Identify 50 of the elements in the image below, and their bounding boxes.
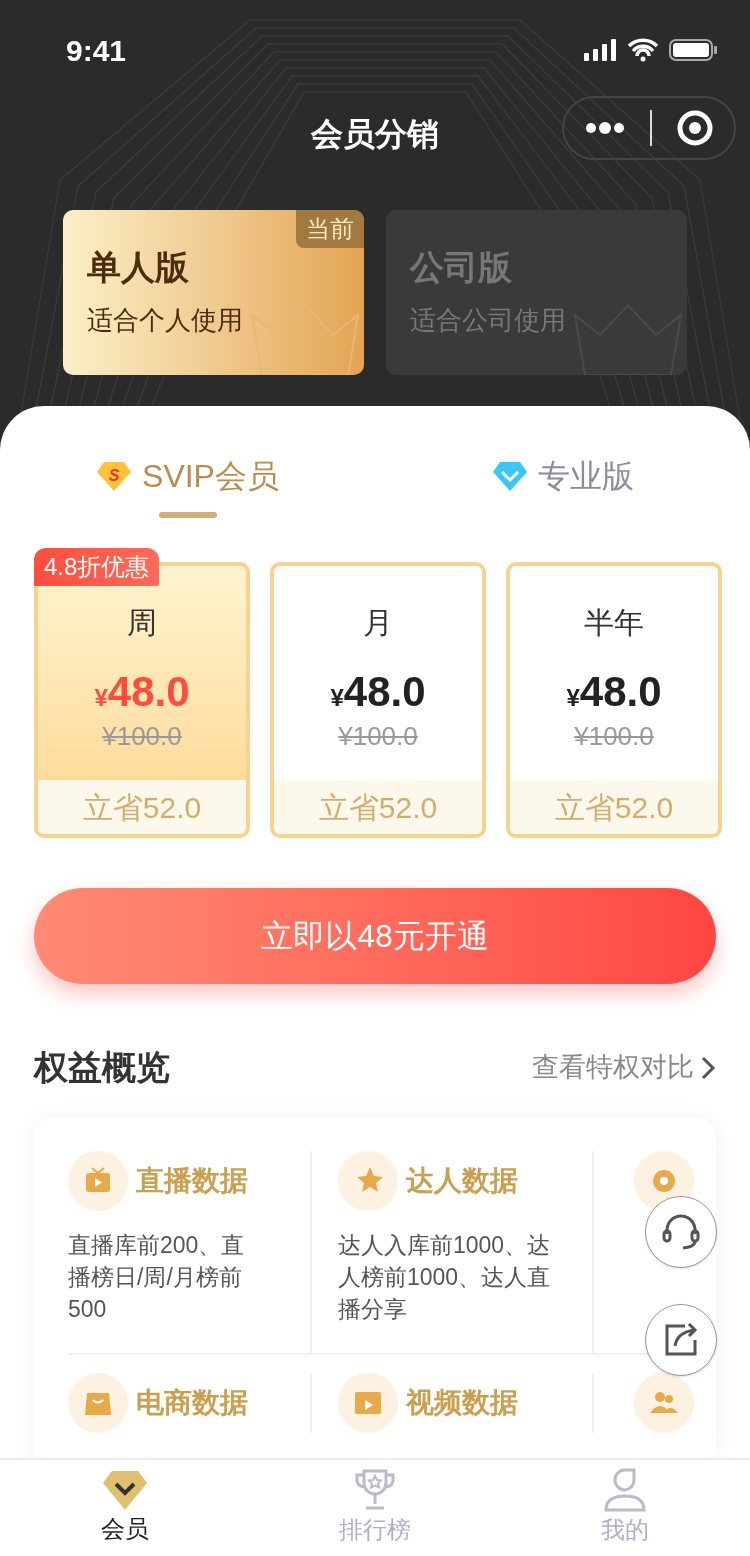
edition-card[interactable]: 当前 单人版 适合个人使用 xyxy=(63,210,364,375)
svip-icon: S xyxy=(96,460,133,492)
original-price: ¥100.0 xyxy=(574,720,654,753)
benefit-title: 电商数据 xyxy=(136,1386,248,1420)
page-title: 会员分销 xyxy=(311,115,439,154)
compare-link[interactable]: 查看特权对比 xyxy=(532,1047,716,1088)
discount-badge: 4.8折优惠 xyxy=(34,548,160,586)
plan-price: ¥48.0 xyxy=(94,671,190,713)
benefit-title: 直播数据 xyxy=(136,1164,248,1198)
plan-tab[interactable]: 专业版 xyxy=(375,452,750,542)
diamond-icon xyxy=(491,460,528,492)
price-card[interactable]: 半年 ¥48.0 ¥100.0 立省52.0 xyxy=(506,562,722,838)
plan-price: ¥48.0 xyxy=(330,671,426,713)
bag-icon xyxy=(68,1373,128,1433)
edition-desc: 适合公司使用 xyxy=(410,304,567,337)
headset-icon xyxy=(661,1212,701,1252)
tabbar-item[interactable]: 排行榜 xyxy=(250,1460,500,1556)
original-price: ¥100.0 xyxy=(102,720,182,753)
saving-label: 立省52.0 xyxy=(510,780,718,834)
price-card[interactable]: 月 ¥48.0 ¥100.0 立省52.0 xyxy=(270,562,486,838)
edition-card[interactable]: 公司版 适合公司使用 xyxy=(386,210,687,375)
tabbar-item[interactable]: 我的 xyxy=(500,1460,750,1556)
current-badge: 当前 xyxy=(296,210,364,248)
benefit-title: 达人数据 xyxy=(406,1164,518,1198)
plan-period: 月 xyxy=(363,605,393,641)
benefit-desc: 达人入库前1000、达 人榜前1000、达人直 播分享 xyxy=(338,1231,552,1324)
chevron-right-icon xyxy=(700,1054,716,1081)
plan-period: 半年 xyxy=(584,605,644,641)
edition-name: 单人版 xyxy=(87,247,190,288)
benefit-title: 视频数据 xyxy=(406,1386,518,1420)
section-title: 权益概览 xyxy=(34,1047,170,1088)
user-icon xyxy=(602,1468,648,1512)
buy-button[interactable]: 立即以48元开通 xyxy=(34,888,716,984)
edition-name: 公司版 xyxy=(410,247,513,288)
tv-icon xyxy=(68,1151,128,1211)
plan-tab[interactable]: S SVIP会员 xyxy=(0,452,375,542)
people-icon xyxy=(634,1373,694,1433)
original-price: ¥100.0 xyxy=(338,720,418,753)
saving-label: 立省52.0 xyxy=(274,780,482,834)
plan-period: 周 xyxy=(127,605,157,641)
more-icon[interactable] xyxy=(584,121,625,135)
saving-label: 立省52.0 xyxy=(38,780,246,834)
status-time: 9:41 xyxy=(66,32,127,69)
diamond-icon xyxy=(102,1469,148,1511)
benefit-desc: 直播库前200、直 播榜日/周/月榜前 500 xyxy=(68,1231,246,1324)
plan-price: ¥48.0 xyxy=(566,671,662,713)
video-icon xyxy=(338,1373,398,1433)
edition-desc: 适合个人使用 xyxy=(87,304,244,337)
tabbar-item[interactable]: 会员 xyxy=(0,1460,250,1556)
close-icon[interactable] xyxy=(677,110,714,146)
